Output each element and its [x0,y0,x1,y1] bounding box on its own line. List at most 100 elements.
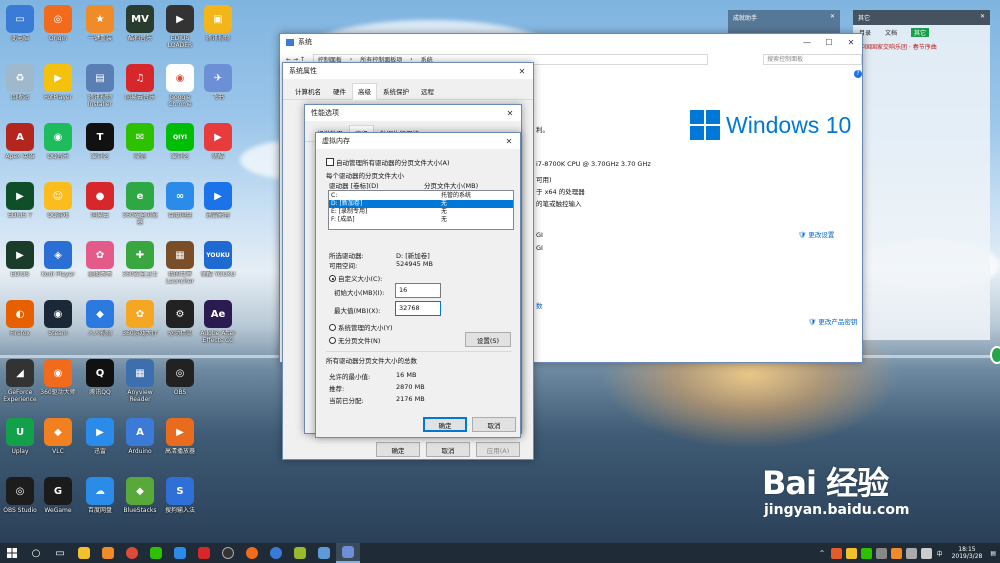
desktop-icon[interactable]: ✿ 360游戏大厅 [120,300,160,344]
desktop-icon[interactable]: U Uplay [0,418,40,462]
side-news-item[interactable]: 中国国家交响乐团 · 春节序曲 [853,40,990,53]
app-icon[interactable] [168,543,192,563]
desktop-icon[interactable]: ✈ 飞书 [198,64,238,108]
control-panel-icon[interactable] [336,543,360,563]
custom-size-radio[interactable]: 自定义大小(C): [329,273,382,283]
desktop-icon[interactable]: ● 网易云 [80,182,120,226]
tab-remote[interactable]: 远程 [415,83,440,99]
ime-indicator[interactable]: 中 [937,549,943,558]
desktop-icon[interactable]: ▣ 腾讯视频 [198,5,238,49]
desktop-icon[interactable]: ◉ QQ音乐 [38,123,78,167]
cancel-button[interactable]: 取消 [426,442,470,457]
search-input[interactable]: 搜索控制面板 [763,53,862,65]
help-icon[interactable]: ? [854,70,862,78]
search-icon[interactable]: ○ [24,543,48,563]
desktop-icon[interactable]: Ae Adobe After Effects CC [198,300,238,344]
desktop-icon[interactable]: ✉ 微信 [120,123,160,167]
desktop-icon[interactable]: ◉ Steam [38,300,78,344]
desktop-icon[interactable]: ☺ QQ游戏 [38,182,78,226]
close-button[interactable]: ✕ [499,105,521,121]
desktop-icon[interactable]: ◆ BlueStacks [120,477,160,521]
start-button[interactable] [0,543,24,563]
desktop-icon[interactable]: ◈ Kodi Player [38,241,78,285]
tray-icon[interactable] [890,547,902,559]
radio-icon[interactable] [329,337,336,344]
desktop-icon[interactable]: ∞ 百度网盘 [160,182,200,226]
desktop-icon[interactable]: ▶ 迅雷 [80,418,120,462]
desktop-icon[interactable]: ◎ OBS [160,359,200,403]
radio-icon[interactable] [329,324,336,331]
desktop-icon[interactable]: ♫ 网易云音乐 [120,64,160,108]
desktop-icon[interactable]: QIYI 爱奇艺 [160,123,200,167]
close-button[interactable]: ✕ [511,63,533,79]
desktop-icon[interactable]: ▶ EDIUS [0,241,40,285]
close-button[interactable]: ✕ [840,34,862,50]
close-button[interactable]: ✕ [498,133,520,149]
side-menu-item[interactable]: 文档 [885,28,897,37]
close-icon[interactable]: ✕ [830,13,835,22]
side-menu-item[interactable]: 其它 [911,28,930,37]
drive-list-item[interactable]: E: [录制专用] 无 [329,208,513,216]
desktop-icon[interactable]: ♻ 回收站 [0,64,40,108]
app-icon[interactable] [288,543,312,563]
tab-hardware[interactable]: 硬件 [327,83,352,99]
tray-icon[interactable] [860,547,872,559]
desktop-icon[interactable]: ⚙ 驱动精灵 [160,300,200,344]
desktop-icon[interactable]: ★ 一键重装 [80,5,120,49]
desktop-icon[interactable]: ◎ OBS Studio [0,477,40,521]
desktop-icon[interactable]: A Arduino [120,418,160,462]
desktop-icon[interactable]: T 爱奇艺 [80,123,120,167]
volume-icon[interactable] [920,547,932,559]
desktop-icon[interactable]: ◉ Google Chrome [160,64,200,108]
tray-icon[interactable] [875,547,887,559]
desktop-icon[interactable]: ▶ PotPlayer [38,64,78,108]
task-view-icon[interactable]: ▭ [48,543,72,563]
change-product-key-link[interactable]: 🛡 更改产品密钥 [808,316,857,326]
desktop-icon[interactable]: ◉ 360驱动大师 [38,359,78,403]
desktop-icon[interactable]: YOUKU 优酷 YOUKU [198,241,238,285]
app-icon[interactable] [192,543,216,563]
cancel-button[interactable]: 取消 [472,417,516,432]
desktop-icon[interactable]: ▦ Anyview Reader [120,359,160,403]
obs-icon[interactable] [216,543,240,563]
desktop-icon[interactable]: ◆ VLC [38,418,78,462]
desktop-icon[interactable]: ▭ 此电脑 [0,5,40,49]
desktop-icon[interactable]: Q 腾讯QQ [80,359,120,403]
desktop-icon[interactable]: ▶ 迅雷影音 [198,182,238,226]
tab-computer-name[interactable]: 计算机名 [289,83,327,99]
tray-icon[interactable] [845,547,857,559]
tab-system-protection[interactable]: 系统保护 [377,83,415,99]
drive-list-item[interactable]: F: [成品] 无 [329,216,513,224]
desktop-icon[interactable]: ▶ EDIUS LOADER [160,5,200,49]
app-icon[interactable] [144,543,168,563]
change-settings-link[interactable]: 🛡 更改设置 [798,229,834,239]
desktop-icon[interactable]: ▤ 腾讯视频 Installer [80,64,120,108]
desktop-icon[interactable]: A Apex 英雄 [0,123,40,167]
apply-button[interactable]: 应用(A) [476,442,520,457]
tab-advanced[interactable]: 高级 [352,83,377,100]
clock[interactable]: 18:15 2019/3/28 [952,546,983,560]
drive-list-item[interactable]: C: 托管的系统 [329,192,513,200]
drive-list[interactable]: C: 托管的系统 D: [新加卷] 无 E: [录制专用] 无 F: [成品] 无 [328,190,514,230]
desktop-icon[interactable]: ✿ 美图秀秀 [80,241,120,285]
desktop-icon[interactable]: ◐ Firefox [0,300,40,344]
app-icon[interactable] [96,543,120,563]
desktop-icon[interactable]: ▶ 高清播放器 [160,418,200,462]
desktop-icon[interactable]: ◎ Origin [38,5,78,49]
no-paging-file-radio[interactable]: 无分页文件(N) [329,335,380,345]
desktop-icon[interactable]: ▶ EDIUS 7 [0,182,40,226]
desktop-icon[interactable]: S 搜狗输入法 [160,477,200,521]
desktop-icon[interactable]: ☁ 百度网盘 [80,477,120,521]
desktop-icon[interactable]: ◢ GeForce Experience [0,359,40,403]
chevron-up-icon[interactable]: ^ [820,550,825,557]
desktop-icon[interactable]: e 360安全浏览器 [120,182,160,226]
notification-icon[interactable]: ▤ [990,550,996,557]
app-icon[interactable] [240,543,264,563]
drive-list-item[interactable]: D: [新加卷] 无 [329,200,513,208]
desktop-icon[interactable]: ✚ 360安全卫士 [120,241,160,285]
tray-icon[interactable] [830,547,842,559]
minimize-button[interactable]: — [796,34,818,50]
checkbox-icon[interactable] [326,158,334,166]
initial-size-input[interactable]: 16 [395,283,441,298]
ok-button[interactable]: 确定 [376,442,420,457]
